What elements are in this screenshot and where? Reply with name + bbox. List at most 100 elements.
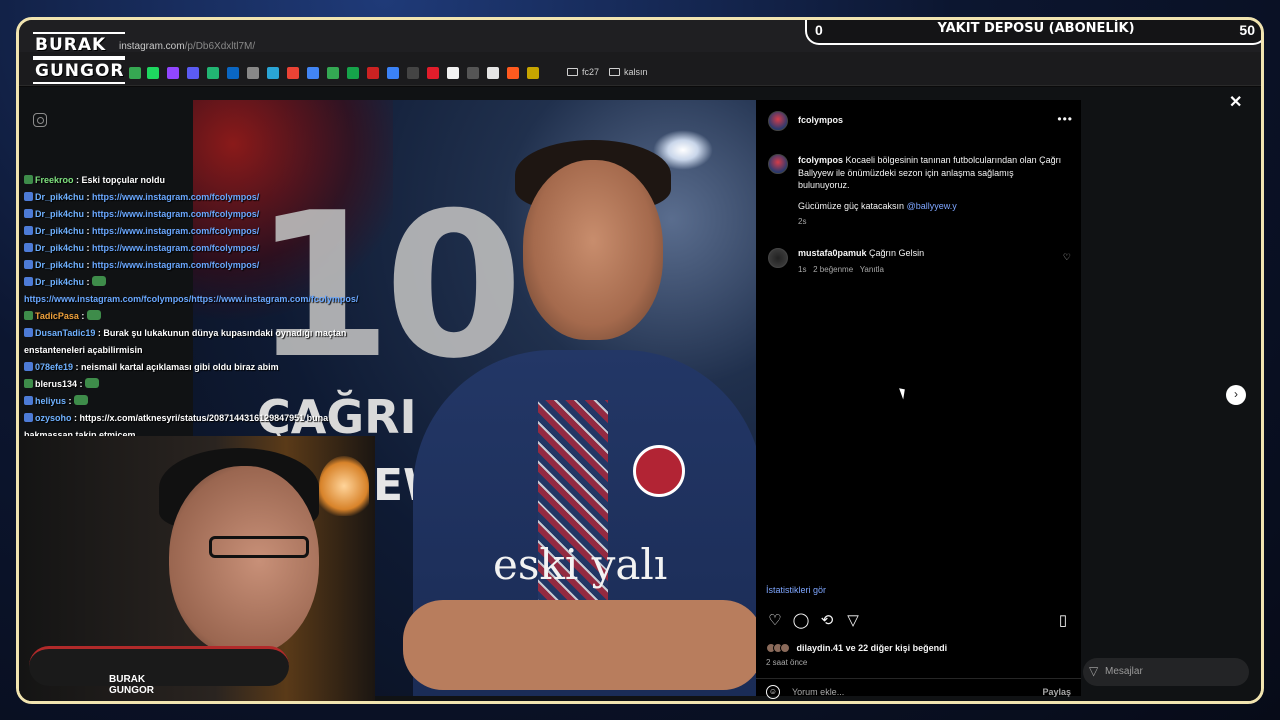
chat-username[interactable]: Dr_pik4chu [35,192,84,202]
liker-avatar [780,643,790,653]
chat-username[interactable]: Dr_pik4chu [35,226,84,236]
bookmark-icon[interactable] [367,67,379,79]
badge-icon [24,209,33,218]
chat-username[interactable]: TadicPasa [35,311,79,321]
repost-icon[interactable]: ⟲ [818,612,836,630]
comment-like-icon[interactable]: ♡ [1063,252,1071,263]
chat-username[interactable]: ozysoho [35,413,72,423]
bookmark-folder-fc27[interactable]: fc27 [567,67,599,77]
bookmark-icon[interactable] [147,67,159,79]
address-bar[interactable]: instagram.com/p/Db6Xdxltl7M/ [119,41,255,52]
folder-icon [567,68,578,76]
caption-username[interactable]: fcolympos [798,155,843,165]
bookmark-icon[interactable] [487,67,499,79]
chat-link[interactable]: https://www.instagram.com/fcolympos/http… [24,294,358,304]
chat-link[interactable]: https://www.instagram.com/fcolympos/ [92,243,259,253]
instagram-icon[interactable] [33,113,47,127]
caption-avatar[interactable] [768,154,788,174]
chat-username[interactable]: Dr_pik4chu [35,277,84,287]
emoji-icon[interactable]: ☺ [766,685,780,699]
mention-link[interactable]: @ballyyew.y [907,201,957,211]
chat-message: DusanTadic19 : Burak şu lukakunun dünya … [24,328,347,355]
chat-message: Dr_pik4chu : https://www.instagram.com/f… [24,206,364,223]
bookmark-icon[interactable] [167,67,179,79]
save-icon[interactable]: ▯ [1054,612,1072,630]
chat-message: https://www.instagram.com/fcolympos/http… [24,291,364,308]
screen: instagram.com/p/Db6Xdxltl7M/ fc27 kalsın… [0,0,1280,720]
chat-link[interactable]: https://www.instagram.com/fcolympos/ [92,260,259,270]
bookmark-icon[interactable] [267,67,279,79]
bookmark-icon[interactable] [187,67,199,79]
microphone [29,646,289,686]
bookmark-icon[interactable] [407,67,419,79]
drive-icon[interactable] [327,67,339,79]
bookmark-folder-kalsin[interactable]: kalsın [609,67,648,77]
more-options-button[interactable]: ••• [1057,112,1073,126]
comment-meta: 1s 2 beğenme Yanıtla [798,265,884,274]
chat-text: neismail kartal açıklaması gibi oldu bir… [81,362,279,372]
messages-button[interactable]: ▽ Mesajlar [1083,658,1249,686]
chat-username[interactable]: heliyus [35,396,66,406]
badge-icon [24,311,33,320]
author-username[interactable]: fcolympos [798,115,843,125]
bookmark-icon[interactable] [507,67,519,79]
chat-username[interactable]: 078efe19 [35,362,73,372]
reply-button[interactable]: Yanıtla [860,265,884,274]
like-icon[interactable]: ♡ [766,612,784,630]
bookmark-icon[interactable] [427,67,439,79]
bookmark-icon[interactable] [527,67,539,79]
chat-message: Dr_pik4chu : https://www.instagram.com/f… [24,257,364,274]
url-host: instagram.com [119,41,185,52]
bookmark-icon[interactable] [447,67,459,79]
view-insights-link[interactable]: İstatistikleri gör [766,585,826,595]
post-actions: ♡ ◯ ⟲ ▽ ▯ [766,612,1071,632]
commenter-avatar[interactable] [768,248,788,268]
chat-link[interactable]: https://www.instagram.com/fcolympos/ [92,192,259,202]
bookmark-icon[interactable] [207,67,219,79]
badge-icon [24,192,33,201]
bookmark-icon[interactable] [347,67,359,79]
badge-icon [24,413,33,422]
badge-icon [24,328,33,337]
liker-username[interactable]: dilaydin.41 [797,643,844,653]
emote-icon [86,310,101,320]
chat-username[interactable]: Dr_pik4chu [35,260,84,270]
send-icon: ▽ [1089,664,1099,678]
emote-icon [92,276,107,286]
chat-username[interactable]: DusanTadic19 [35,328,95,338]
webcam-feed: BURAK GUNGOR [19,436,375,701]
emote-icon [74,395,89,405]
chat-username[interactable]: blerus134 [35,379,77,389]
close-icon[interactable]: ✕ [1229,92,1242,112]
chat-username[interactable]: Dr_pik4chu [35,243,84,253]
share-icon[interactable]: ▽ [844,612,862,630]
chat-username[interactable]: Dr_pik4chu [35,209,84,219]
bookmark-icon[interactable] [247,67,259,79]
badge-icon [24,379,33,388]
chat-message: Dr_pik4chu : https://www.instagram.com/f… [24,223,364,240]
bookmark-icon[interactable] [227,67,239,79]
badge-icon [24,260,33,269]
bookmark-icon[interactable] [467,67,479,79]
comment-input[interactable]: Yorum ekle... [792,687,844,697]
messages-label: Mesajlar [1105,666,1143,677]
url-path: /p/Db6Xdxltl7M/ [184,41,256,52]
chat-message: heliyus : [24,393,364,410]
likes-text: ve 22 diğer kişi beğendi [845,643,948,653]
comment-likes[interactable]: 2 beğenme [813,265,853,274]
docs-icon[interactable] [307,67,319,79]
chat-username[interactable]: Freekroo [35,175,74,185]
glasses [209,536,309,558]
gmail-icon[interactable] [287,67,299,79]
chat-link[interactable]: https://www.instagram.com/fcolympos/ [92,226,259,236]
comment-username[interactable]: mustafa0pamuk [798,248,867,258]
comment-icon[interactable]: ◯ [792,612,810,630]
likes-summary[interactable]: dilaydin.41 ve 22 diğer kişi beğendi [766,643,947,653]
chat-link[interactable]: https://www.instagram.com/fcolympos/ [92,209,259,219]
bookmark-icon[interactable] [129,67,141,79]
post-comment-button[interactable]: Paylaş [1042,687,1071,697]
goal-target: 50 [1239,22,1255,38]
next-post-button[interactable]: › [1226,385,1246,405]
author-avatar[interactable] [768,111,788,131]
bookmark-icon[interactable] [387,67,399,79]
